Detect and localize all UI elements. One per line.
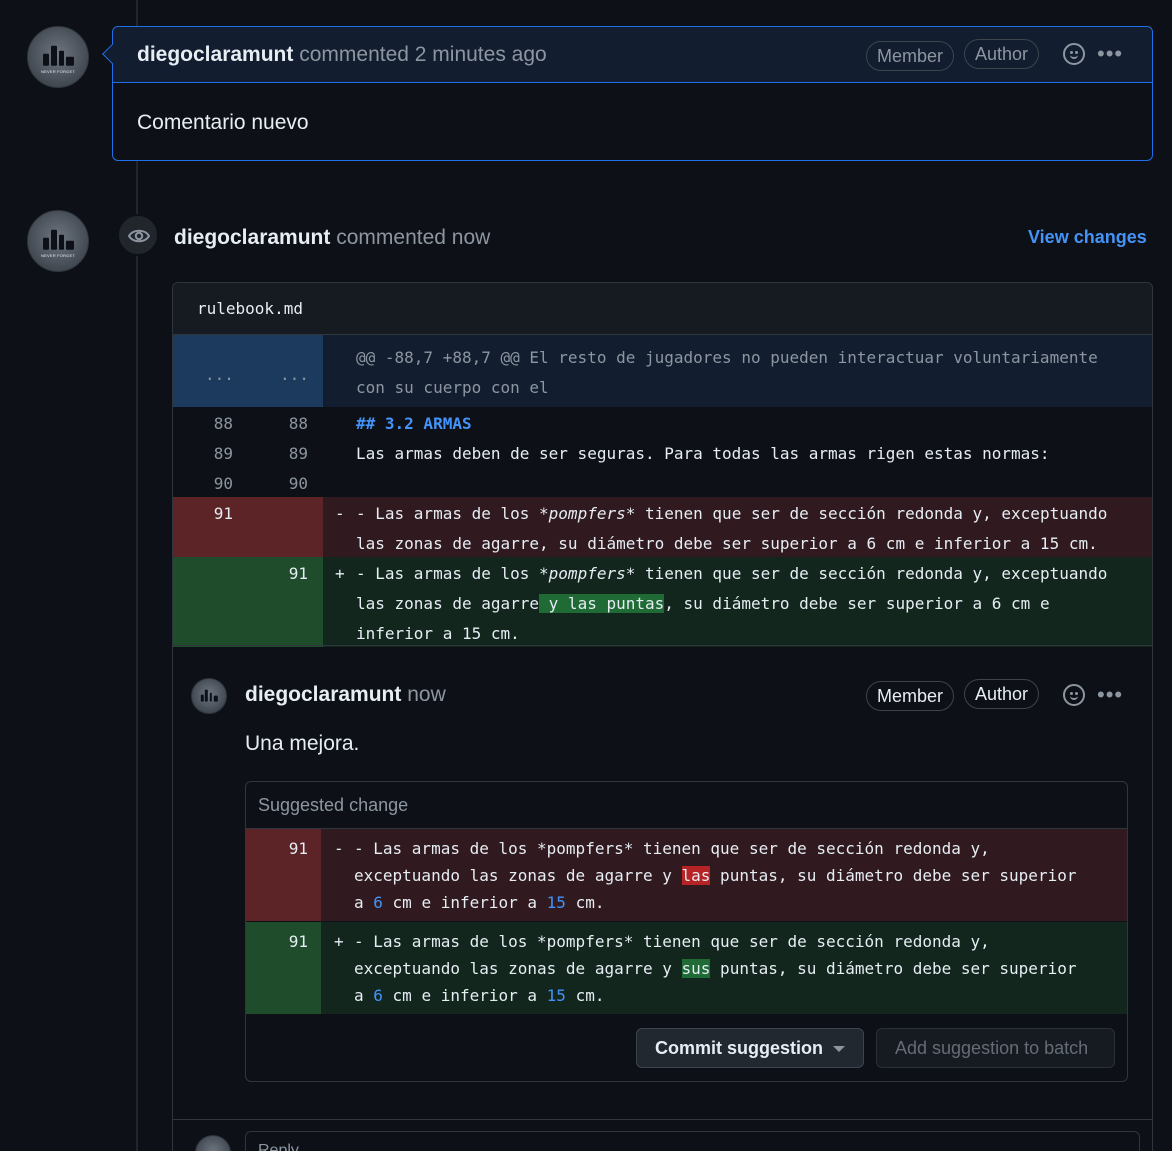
avatar-caption: NEVER FORGET [41,252,75,258]
line-number-new[interactable]: 89 [278,444,308,463]
suggestion-added-line: 91 + - Las armas de los *pompfers* tiene… [246,922,1127,1014]
line-code-wrap: a 6 cm e inferior a 15 cm. [354,986,605,1005]
comment-pointer [102,44,122,64]
divider [173,645,1152,646]
file-name[interactable]: rulebook.md [173,283,1152,335]
smile-icon[interactable] [1063,43,1085,65]
deleted-gutter [173,497,323,557]
added-line: 91 + - Las armas de los *pompfers* tiene… [173,557,1152,647]
hunk-row[interactable]: ... ... @@ -88,7 +88,7 @@ El resto de ju… [173,335,1152,407]
avatar-logo-icon [199,689,219,702]
diff-line: 89 89 Las armas deben de ser seguras. Pa… [173,437,1152,467]
member-badge: Member [866,681,955,711]
commit-suggestion-label: Commit suggestion [655,1038,824,1058]
avatar [195,1135,231,1151]
comment-meta: diegoclaramunt commented 2 minutes ago [137,43,547,67]
inline-comment-meta: diegoclaramunt now [245,683,446,707]
eye-icon [117,214,159,256]
comment-header: diegoclaramunt commented 2 minutes ago M… [102,27,1152,83]
line-code-wrap: exceptuando las zonas de agarre y las pu… [354,866,1077,885]
line-code: - Las armas de los *pompfers* tienen que… [356,504,1108,523]
deleted-sign: - [334,839,344,858]
line-number-old[interactable]: 90 [203,474,233,493]
deleted-line: 91 - - Las armas de los *pompfers* tiene… [173,497,1152,557]
inline-comment-timestamp[interactable]: now [407,683,446,706]
avatar-logo-icon [40,229,76,251]
review-timestamp[interactable]: commented now [336,226,490,249]
line-code-wrap: exceptuando las zonas de agarre y sus pu… [354,959,1077,978]
line-code: - Las armas de los *pompfers* tienen que… [354,932,990,951]
line-number-new[interactable]: 91 [278,564,308,583]
author-badge: Author [964,39,1040,69]
line-number: 91 [288,839,308,858]
avatar[interactable]: NEVER FORGET [27,26,89,88]
comment-author-link[interactable]: diegoclaramunt [137,43,293,66]
more-options-icon[interactable]: ••• [1097,684,1123,706]
avatar-logo-icon [40,45,76,67]
file-diff-box: rulebook.md ... ... @@ -88,7 +88,7 @@ El… [172,282,1153,1151]
diff-line: 88 88 ## 3.2 ARMAS [173,407,1152,437]
hunk-header: @@ -88,7 +88,7 @@ El resto de jugadores … [356,348,1098,397]
chevron-down-icon [833,1046,845,1052]
smile-icon[interactable] [1063,684,1085,706]
inline-comment-author-link[interactable]: diegoclaramunt [245,683,401,706]
inline-comment-body: Una mejora. [245,732,360,755]
line-number-old[interactable]: 91 [203,504,233,523]
line-code: - Las armas de los *pompfers* tienen que… [354,839,990,858]
expand-gutter[interactable]: ... ... [173,335,323,407]
view-changes-link[interactable]: View changes [1028,227,1147,248]
divider [173,1119,1152,1120]
add-to-batch-button[interactable]: Add suggestion to batch [876,1028,1115,1068]
added-sign: + [334,932,344,951]
line-number: 91 [288,932,308,951]
line-number-old[interactable]: 88 [203,414,233,433]
review-author-link[interactable]: diegoclaramunt [174,226,330,249]
comment-timestamp[interactable]: commented 2 minutes ago [299,43,546,66]
comment-body: Comentario nuevo [137,111,309,134]
avatar[interactable]: NEVER FORGET [27,210,89,272]
avatar-caption: NEVER FORGET [41,68,75,74]
diff-line: 90 90 [173,467,1152,497]
reply-input[interactable]: Reply... [245,1131,1140,1151]
line-code-wrap: las zonas de agarre, su diámetro debe se… [356,534,1098,553]
comment-box: diegoclaramunt commented 2 minutes ago M… [102,26,1153,161]
expand-dots-new[interactable]: ... [280,365,309,384]
more-options-icon[interactable]: ••• [1097,43,1123,65]
line-code-wrap: las zonas de agarre y las puntas, su diá… [356,594,1050,613]
member-badge: Member [866,41,955,71]
line-code: Las armas deben de ser seguras. Para tod… [356,444,1050,463]
deleted-sign: - [335,504,345,523]
line-number-new[interactable]: 88 [278,414,308,433]
line-code: ## 3.2 ARMAS [356,414,472,433]
added-sign: + [335,564,345,583]
suggestion-deleted-line: 91 - - Las armas de los *pompfers* tiene… [246,829,1127,921]
expand-dots-old[interactable]: ... [205,365,234,384]
suggested-change-title: Suggested change [246,782,1127,829]
review-meta: diegoclaramunt commented now [174,226,490,250]
inline-addition: y las puntas [539,594,665,613]
line-number-new[interactable]: 90 [278,474,308,493]
timeline-line [136,0,138,1151]
line-code-wrap: inferior a 15 cm. [356,624,520,643]
avatar[interactable] [191,678,227,714]
inline-addition: sus [681,959,711,978]
suggested-change-box: Suggested change 91 - - Las armas de los… [245,781,1128,1082]
commit-suggestion-button[interactable]: Commit suggestion [636,1028,864,1068]
author-badge: Author [964,679,1040,709]
line-code-wrap: a 6 cm e inferior a 15 cm. [354,893,605,912]
line-code: - Las armas de los *pompfers* tienen que… [356,564,1108,583]
line-number-old[interactable]: 89 [203,444,233,463]
inline-deletion: las [681,866,711,885]
